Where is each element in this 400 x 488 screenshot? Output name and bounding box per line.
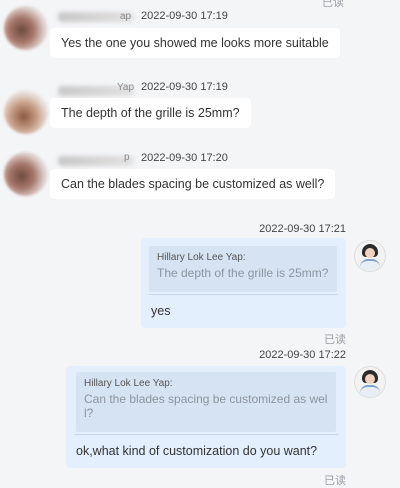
message-text: The depth of the grille is 25mm? (61, 106, 240, 120)
reply-text: ok,what kind of customization do you wan… (76, 444, 318, 458)
quote-author: Hillary Lok Lee Yap: (84, 378, 173, 389)
message-text: Can the blades spacing be customized as … (61, 177, 325, 191)
sender-avatar[interactable] (4, 90, 48, 134)
outgoing-message-bubble[interactable]: Hillary Lok Lee Yap: Can the blades spac… (66, 366, 346, 468)
message-timestamp: 2022-09-30 17:22 (259, 349, 346, 361)
sender-name-suffix: p (124, 152, 130, 163)
incoming-message-bubble[interactable]: Yes the one you showed me looks more sui… (50, 28, 340, 58)
my-avatar[interactable] (354, 366, 386, 398)
outgoing-message-bubble[interactable]: Hillary Lok Lee Yap: The depth of the gr… (141, 238, 346, 328)
message-text: Yes the one you showed me looks more sui… (61, 36, 329, 50)
read-status: 已读 (324, 334, 346, 346)
reply-text: yes (151, 304, 171, 318)
incoming-message-bubble[interactable]: The depth of the grille is 25mm? (50, 98, 251, 128)
read-status: 已读 (324, 475, 346, 487)
sender-name-blurred (58, 156, 134, 166)
quote-text-line-2: l? (84, 406, 94, 420)
sender-name-suffix: ap (120, 11, 132, 22)
sender-avatar[interactable] (4, 6, 48, 50)
read-status-top: 已读 (322, 0, 344, 9)
message-timestamp: 2022-09-30 17:20 (141, 152, 228, 164)
message-timestamp: 2022-09-30 17:19 (141, 10, 228, 22)
incoming-message-bubble[interactable]: Can the blades spacing be customized as … (50, 169, 336, 199)
quoted-message[interactable]: Hillary Lok Lee Yap: Can the blades spac… (76, 372, 336, 432)
message-timestamp: 2022-09-30 17:21 (259, 223, 346, 235)
quoted-message[interactable]: Hillary Lok Lee Yap: The depth of the gr… (149, 246, 337, 292)
quote-text: The depth of the grille is 25mm? (157, 266, 329, 280)
quote-divider (74, 434, 338, 435)
my-avatar[interactable] (354, 240, 386, 272)
quote-text-line-1: Can the blades spacing be customized as … (84, 392, 328, 406)
quote-author: Hillary Lok Lee Yap: (157, 252, 246, 263)
quote-divider (149, 294, 338, 295)
sender-avatar[interactable] (4, 152, 48, 196)
sender-name-suffix: Yap (117, 82, 135, 93)
message-timestamp: 2022-09-30 17:19 (141, 81, 228, 93)
